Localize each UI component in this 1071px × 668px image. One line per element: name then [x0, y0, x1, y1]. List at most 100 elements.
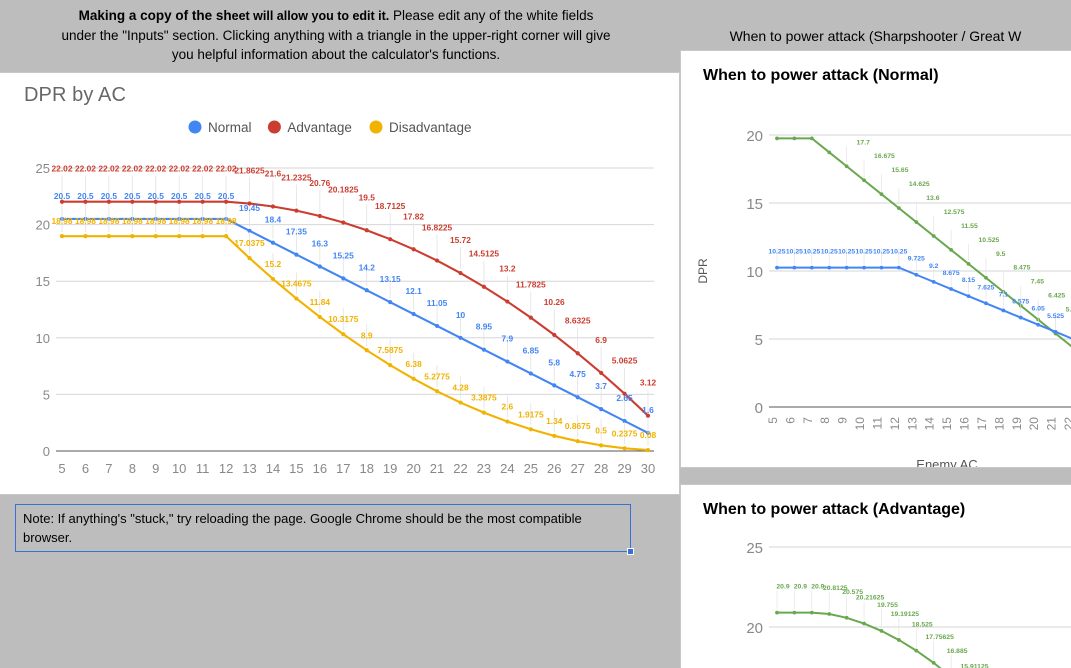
series-point	[931, 234, 936, 238]
legend-dot	[267, 120, 281, 134]
series-point	[862, 621, 866, 626]
series-point	[949, 287, 954, 291]
series-point	[411, 376, 416, 381]
data-label: 5.8	[548, 357, 560, 367]
series-point	[809, 136, 814, 141]
series-point	[59, 234, 65, 239]
svg-text:DPR by AC: DPR by AC	[24, 84, 126, 106]
series-point	[223, 234, 229, 239]
y-axis-tick-label: 0	[755, 400, 763, 417]
y-axis-tick-label: 15	[746, 196, 763, 213]
y-axis-tick-label: 5	[43, 387, 50, 402]
x-axis-tick-label: 5	[58, 461, 65, 476]
data-label: 2.65	[616, 393, 633, 403]
note-box[interactable]: Note: If anything's "stuck," try reloadi…	[15, 504, 634, 555]
data-label: 5.2775	[424, 371, 450, 381]
series-point	[775, 265, 779, 270]
series-point	[434, 389, 440, 394]
data-label: 10.26	[544, 297, 565, 307]
x-axis-tick-label: 8	[129, 461, 136, 476]
data-label: 10.25	[768, 249, 785, 256]
series-point	[862, 265, 866, 270]
x-axis-tick-label: 19	[1010, 417, 1024, 431]
series-point	[622, 446, 627, 451]
series-point	[247, 256, 252, 261]
data-label: 14.625	[909, 181, 930, 188]
data-label: 9.725	[908, 256, 925, 263]
x-axis-tick-label: 20	[1027, 417, 1041, 431]
power-attack-advantage-chart[interactable]: 15202520.920.920.920.812520.57520.216251…	[681, 529, 1071, 668]
data-label: 15.72	[450, 235, 471, 245]
data-label: 13.4675	[281, 279, 312, 289]
x-axis-tick-label: 10	[172, 461, 186, 476]
series-point	[200, 234, 205, 239]
dpr-by-ac-chart[interactable]: DPR by ACNormal Advantage Disadvantage0510…	[0, 73, 678, 494]
data-label: 8.95	[476, 322, 493, 332]
series-point	[879, 629, 884, 633]
legend-label: Normal	[208, 120, 252, 135]
x-axis-tick-label: 15	[940, 417, 954, 431]
data-label: 6.425	[1048, 293, 1065, 300]
x-axis-tick-label: 13	[242, 461, 256, 476]
note-resize-handle[interactable]	[627, 548, 634, 555]
data-label: 18.98	[75, 216, 96, 226]
instructions-rest-1: Please edit any of the white fields	[389, 8, 594, 23]
dpr-by-ac-chart-card[interactable]: DPR by AC Normal Advantage Disadvantage 0 5 10…	[0, 72, 680, 495]
series-point	[844, 265, 849, 270]
instructions-text: Making a copy of the sheet will allow yo…	[0, 6, 672, 64]
data-label: 20.5	[54, 191, 71, 201]
data-label: 20.5	[148, 191, 165, 201]
series-point	[1036, 322, 1041, 327]
series-point	[879, 265, 884, 270]
data-label: 8.9	[361, 330, 373, 340]
data-label: 10.25	[856, 249, 873, 256]
series-line	[62, 200, 649, 417]
legend-dot	[188, 120, 202, 134]
data-label: 13.15	[380, 274, 401, 284]
data-label: 14.5125	[469, 249, 500, 259]
data-label: 20.5	[194, 191, 211, 201]
x-axis-title: Enemy AC	[916, 457, 977, 467]
power-attack-advantage-card[interactable]: When to power attack (Advantage) 1520252…	[680, 484, 1071, 668]
series-point	[827, 150, 832, 155]
x-axis-tick-label: 14	[266, 461, 280, 476]
data-label: 0.2375	[612, 428, 638, 438]
power-attack-normal-chart[interactable]: 05101520DPR5 6 7 8 9 10 11 12 13 14 15 16 17 18 19 20 21…	[681, 77, 1071, 467]
x-axis-tick-label: 22	[1062, 417, 1071, 431]
x-axis-tick-label: 18	[992, 417, 1006, 431]
x-axis-tick-label: 25	[524, 461, 538, 476]
data-label: 22.02	[192, 164, 213, 174]
data-label: 10.25	[786, 249, 803, 256]
x-axis-tick-label: 7	[801, 417, 815, 424]
data-label: 5.0625	[612, 356, 638, 366]
data-label: 3.12	[640, 378, 657, 388]
instructions-bold-1: Making a copy of the sh	[78, 8, 232, 23]
series-point	[775, 610, 779, 615]
series-point	[458, 335, 463, 340]
x-axis-tick-label: 19	[383, 461, 397, 476]
series-point	[896, 265, 901, 270]
data-label: 1.9175	[518, 409, 544, 419]
data-label: 17.0375	[234, 238, 265, 248]
data-label: 18.4	[265, 215, 282, 225]
data-label: 2.6	[502, 402, 514, 412]
data-label: 20.5	[171, 191, 188, 201]
x-axis-tick-label: 14	[923, 417, 937, 431]
power-attack-normal-card[interactable]: When to power attack (Normal) 0 5 10 15 20 DP…	[680, 50, 1071, 468]
x-axis-tick-label: 12	[888, 417, 902, 431]
x-axis-tick-label: 17	[975, 417, 989, 431]
series-point	[599, 370, 604, 375]
legend-label: Disadvantage	[389, 120, 472, 135]
x-axis-tick-label: 21	[430, 461, 444, 476]
data-label: 6.575	[1012, 299, 1029, 306]
series-point	[984, 301, 988, 306]
series-point	[1001, 308, 1006, 313]
series-point	[294, 208, 299, 213]
x-axis-tick-label: 30	[641, 461, 655, 476]
data-label: 10.25	[821, 249, 838, 256]
data-label: 5.4	[1066, 307, 1071, 314]
y-axis-tick-label: 10	[36, 331, 50, 346]
series-point	[645, 447, 651, 453]
x-axis-tick-label: 9	[836, 417, 850, 424]
data-label: 12.575	[944, 209, 965, 216]
